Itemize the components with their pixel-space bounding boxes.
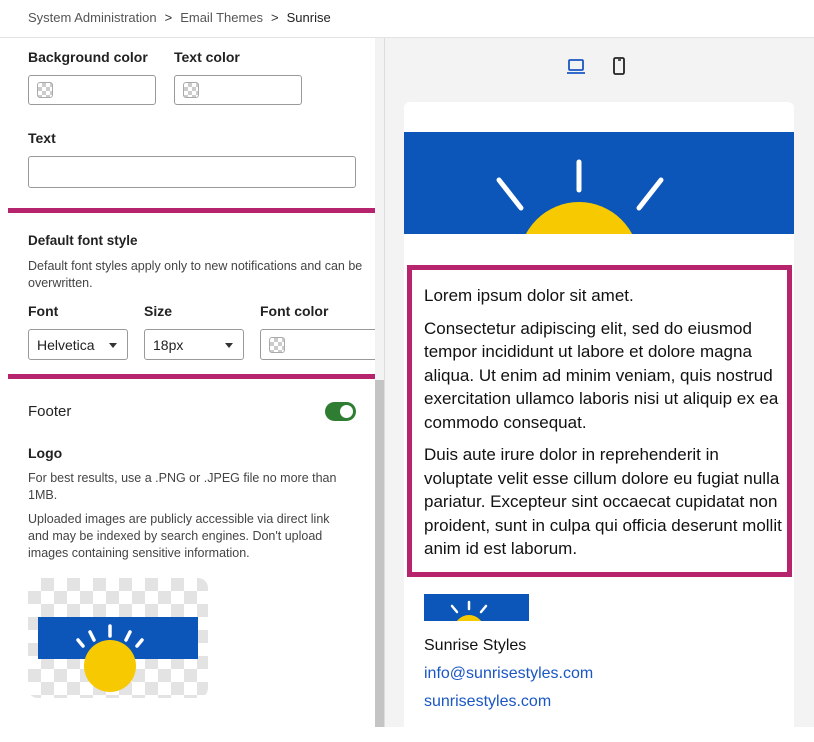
email-body-text: Lorem ipsum dolor sit amet. Consectetur … (424, 284, 784, 570)
settings-panel: Background color Text color Text Default… (8, 38, 375, 727)
font-label: Font (28, 303, 59, 319)
chevron-down-icon (109, 343, 117, 348)
logo-upload-preview[interactable] (28, 578, 208, 698)
scrollbar-thumb[interactable] (375, 380, 384, 727)
size-select-value: 18px (153, 337, 184, 353)
toggle-knob (340, 405, 353, 418)
breadcrumb-separator: > (271, 10, 279, 25)
breadcrumb-system-administration[interactable]: System Administration (28, 10, 157, 25)
background-color-label: Background color (28, 49, 148, 65)
logo-hint: For best results, use a .PNG or .JPEG fi… (28, 471, 337, 502)
logo-notice: Uploaded images are publicly accessible … (28, 512, 330, 560)
font-select-value: Helvetica (37, 337, 95, 353)
breadcrumb-email-themes[interactable]: Email Themes (180, 10, 263, 25)
size-label: Size (144, 303, 173, 319)
font-select[interactable]: Helvetica (28, 329, 128, 360)
sunrise-footer-logo-image (450, 600, 488, 621)
text-label: Text (28, 130, 56, 146)
mobile-icon[interactable] (611, 56, 627, 76)
body-paragraph: Consectetur adipiscing elit, sed do eius… (424, 318, 779, 432)
default-font-style-description: Default font styles apply only to new no… (28, 259, 363, 290)
breadcrumb: System Administration > Email Themes > Sunri… (0, 0, 814, 38)
font-color-label: Font color (260, 303, 329, 319)
breadcrumb-current-sunrise: Sunrise (286, 10, 331, 25)
preview-panel: Lorem ipsum dolor sit amet. Consectetur … (385, 38, 814, 742)
chevron-down-icon (225, 343, 233, 348)
laptop-icon[interactable] (566, 56, 586, 76)
sunrise-banner-image (496, 159, 664, 234)
footer-toggle[interactable] (325, 402, 356, 421)
default-font-style-title: Default font style (28, 233, 138, 248)
settings-scrollbar[interactable] (375, 38, 384, 727)
color-swatch-icon (269, 337, 285, 353)
font-color-picker[interactable] (260, 329, 375, 360)
logo-label: Logo (28, 445, 63, 461)
body-paragraph: Lorem ipsum dolor sit amet. (424, 286, 634, 305)
color-swatch-icon (183, 82, 199, 98)
background-color-picker[interactable] (28, 75, 156, 105)
body-paragraph: Duis aute irure dolor in reprehenderit i… (424, 445, 782, 558)
footer-company-name: Sunrise Styles (424, 637, 527, 654)
size-select[interactable]: 18px (144, 329, 244, 360)
footer-email-link[interactable]: info@sunrisestyles.com (424, 665, 593, 683)
email-header-banner (404, 132, 794, 234)
breadcrumb-separator: > (164, 10, 173, 25)
email-preview: Lorem ipsum dolor sit amet. Consectetur … (404, 102, 794, 742)
footer-title: Footer (28, 403, 72, 420)
text-color-label: Text color (174, 49, 240, 65)
footer-logo (424, 594, 529, 621)
sunrise-logo-image (38, 617, 198, 692)
footer-website-link[interactable]: sunrisestyles.com (424, 693, 551, 711)
color-swatch-icon (37, 82, 53, 98)
text-input[interactable] (28, 156, 356, 188)
text-color-picker[interactable] (174, 75, 302, 105)
